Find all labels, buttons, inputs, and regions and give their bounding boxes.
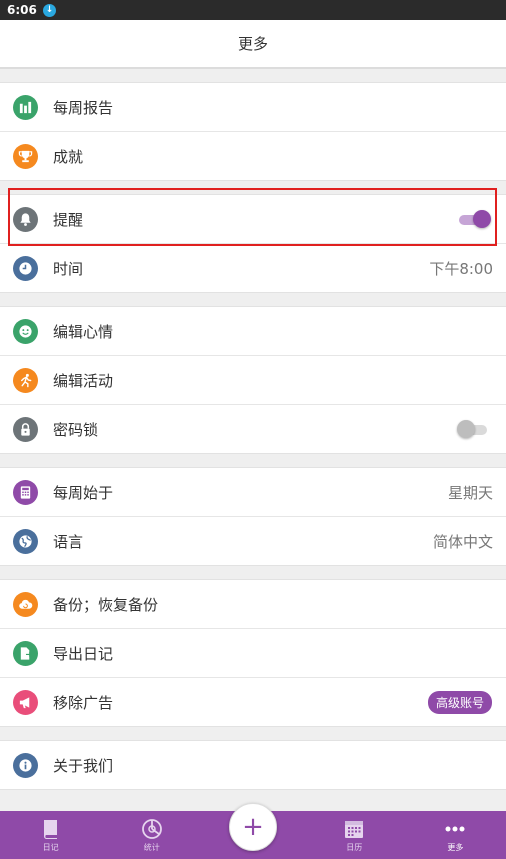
clock-icon (13, 255, 38, 281)
row-label: 每周报告 (53, 98, 114, 117)
notification-icon: ↓ (42, 3, 56, 17)
tab-stats[interactable]: 统计 (101, 811, 202, 859)
row-backup[interactable]: 备份；恢复备份 (0, 580, 506, 629)
row-reminder[interactable]: 提醒 (0, 195, 506, 244)
tab-more[interactable]: 更多 (405, 811, 506, 859)
row-label: 时间 (53, 259, 84, 278)
export-icon (13, 640, 38, 666)
row-week-start[interactable]: 每周始于 星期天 (0, 468, 506, 517)
status-time: 6:06 (7, 3, 37, 17)
row-label: 备份；恢复备份 (53, 595, 159, 614)
tab-label: 日记 (42, 842, 59, 852)
bell-icon (13, 206, 38, 232)
reminder-toggle[interactable] (459, 210, 491, 228)
settings-group: 备份；恢复备份 导出日记 移除广告 高级账号 (0, 579, 506, 727)
status-bar: 6:06 ↓ (0, 0, 506, 20)
row-label: 编辑心情 (53, 322, 114, 341)
plus-icon: + (242, 812, 264, 842)
row-time[interactable]: 时间 下午8:00 (0, 244, 506, 292)
row-label: 语言 (53, 532, 84, 551)
row-remove-ads[interactable]: 移除广告 高级账号 (0, 678, 506, 726)
row-label: 导出日记 (53, 644, 114, 663)
row-about-us[interactable]: 关于我们 (0, 741, 506, 789)
language-value: 简体中文 (432, 532, 493, 551)
settings-group: 每周报告 成就 (0, 82, 506, 181)
megaphone-icon (13, 689, 38, 715)
lock-icon (13, 416, 38, 442)
week-start-value: 星期天 (447, 483, 493, 502)
calculator-icon (13, 479, 38, 505)
tab-label: 统计 (143, 842, 160, 852)
row-passcode-lock[interactable]: 密码锁 (0, 405, 506, 453)
time-value: 下午8:00 (429, 259, 493, 278)
tab-diary[interactable]: 日记 (0, 811, 101, 859)
settings-group: 编辑心情 编辑活动 密码锁 (0, 306, 506, 454)
row-achievements[interactable]: 成就 (0, 132, 506, 180)
row-label: 移除广告 (53, 693, 114, 712)
row-edit-activity[interactable]: 编辑活动 (0, 356, 506, 405)
settings-group: 每周始于 星期天 语言 简体中文 (0, 467, 506, 566)
row-edit-mood[interactable]: 编辑心情 (0, 307, 506, 356)
tab-label: 更多 (447, 842, 464, 852)
row-export-diary[interactable]: 导出日记 (0, 629, 506, 678)
settings-group: 提醒 时间 下午8:00 (0, 194, 506, 293)
row-label: 编辑活动 (53, 371, 114, 390)
info-icon (13, 752, 38, 778)
cloud-icon (13, 591, 38, 617)
row-label: 每周始于 (53, 483, 114, 502)
row-label: 提醒 (53, 210, 84, 229)
globe-icon (13, 528, 38, 554)
row-label: 关于我们 (53, 756, 114, 775)
row-label: 成就 (53, 147, 84, 166)
settings-group: 关于我们 (0, 740, 506, 790)
row-weekly-report[interactable]: 每周报告 (0, 83, 506, 132)
pie-chart-icon (141, 818, 162, 839)
page-title: 更多 (0, 20, 506, 69)
bar-chart-icon (13, 94, 38, 120)
tab-calendar[interactable]: 日历 (304, 811, 405, 859)
book-icon (43, 819, 57, 839)
row-language[interactable]: 语言 简体中文 (0, 517, 506, 565)
more-icon (445, 826, 465, 831)
settings-list: 每周报告 成就 提醒 时间 下午8:00 编辑心情 编辑活动 密码锁 每周始于 … (0, 69, 506, 790)
add-entry-button[interactable]: + (229, 803, 277, 851)
passcode-toggle[interactable] (457, 420, 489, 438)
trophy-icon (13, 143, 38, 169)
smiley-icon (13, 318, 38, 344)
running-icon (13, 367, 38, 393)
row-label: 密码锁 (53, 420, 99, 439)
tab-label: 日历 (346, 842, 363, 852)
calendar-icon (345, 820, 364, 838)
premium-badge[interactable]: 高级账号 (427, 690, 492, 714)
